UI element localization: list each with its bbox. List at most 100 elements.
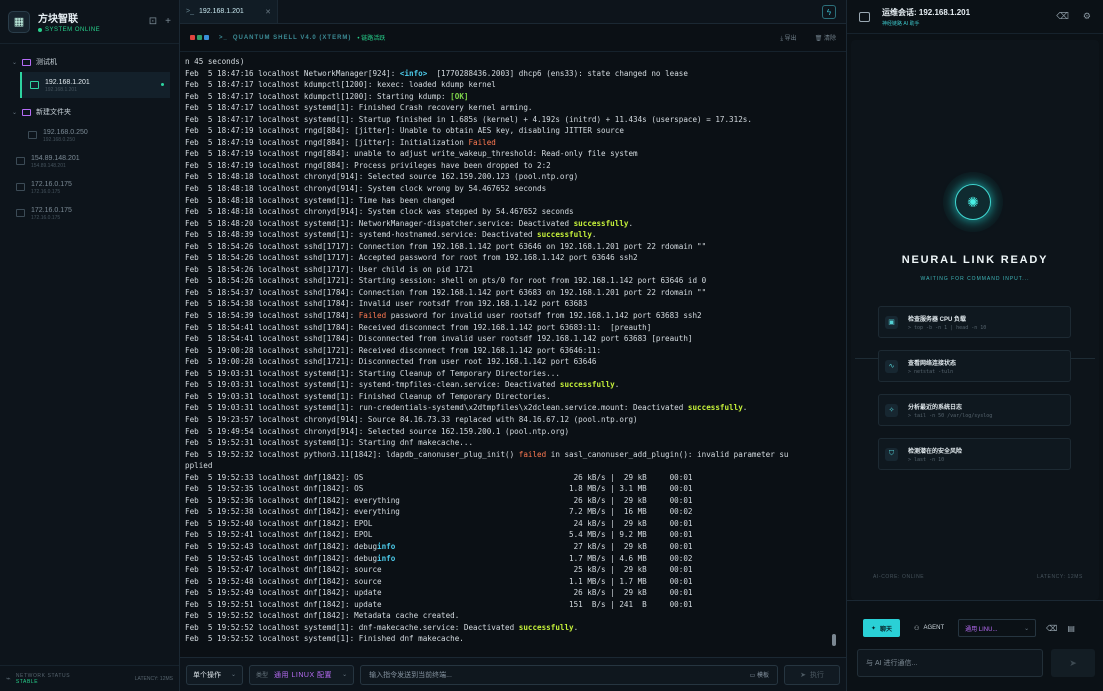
log-line: Feb 5 19:52:45 localhost dnf[1842]: debu… [185, 553, 693, 563]
mode-select[interactable]: 单个操作 ⌄ [186, 664, 244, 685]
ai-message-input[interactable]: 与 AI 进行通信... [857, 649, 1043, 677]
terminal-output[interactable]: n 45 seconds) Feb 5 18:47:16 localhost Ne… [185, 56, 830, 652]
eraser-icon[interactable]: ⌫ [1046, 624, 1057, 633]
log-line: Feb 5 19:52:33 localhost dnf[1842]: OS 2… [185, 472, 693, 482]
ai-toggle-icon[interactable]: ϟ [822, 5, 836, 19]
template-button[interactable]: ▭ 模板 [750, 670, 769, 679]
send-button[interactable]: ➤ [1051, 649, 1095, 677]
host-item[interactable]: 192.168.0.250 192.168.0.250 [0, 122, 179, 148]
server-icon [16, 183, 25, 191]
log-line: Feb 5 18:47:19 localhost rngd[884]: Proc… [185, 160, 551, 170]
suggestion-command: > tail -n 50 /var/log/syslog [908, 412, 993, 419]
host-item[interactable]: 154.89.148.201 154.89.148.201 [0, 148, 179, 174]
document-icon[interactable]: ▤ [1067, 624, 1075, 633]
command-bar: 单个操作 ⌄ 类型 通用 LINUX 配置 ⌄ 输入指令发送到当前终端... ▭… [180, 657, 846, 691]
status-dot-icon [38, 28, 42, 32]
ai-subtitle: 神经链路 AI 助手 [882, 20, 920, 27]
ai-panel: 运维会话: 192.168.1.201 神经链路 AI 助手 ⌫ ⚙ ✺ NEU… [846, 0, 1103, 691]
host-name: 192.168.1.201 [45, 78, 90, 86]
chevron-down-icon: ⌄ [1024, 625, 1030, 632]
log-line: Feb 5 19:52:52 localhost systemd[1]: dnf… [185, 622, 579, 632]
log-line: Feb 5 18:48:18 localhost systemd[1]: Tim… [185, 195, 455, 205]
host-text: 154.89.148.201 154.89.148.201 [31, 154, 80, 169]
log-highlight: successfully [559, 380, 615, 390]
log-line: Feb 5 18:47:17 localhost systemd[1]: Sta… [185, 114, 752, 124]
send-icon: ➤ [800, 671, 806, 679]
profile-select[interactable]: 通用 LINU... ⌄ [958, 619, 1037, 637]
log-highlight: failed [518, 449, 547, 459]
suggestion-card[interactable]: ▣ 检查服务器 CPU 负载 > top -b -n 1 | head -n 1… [878, 306, 1071, 338]
sidebar-toggle-icon[interactable] [859, 11, 870, 22]
log-line: Feb 5 18:47:19 localhost rngd[884]: [jit… [185, 137, 496, 147]
log-line: Feb 5 18:48:18 localhost chronyd[914]: S… [185, 207, 574, 217]
add-icon[interactable]: + [165, 16, 171, 27]
trash-icon: 🗑 [814, 35, 824, 42]
log-line: Feb 5 18:48:18 localhost chronyd[914]: S… [185, 172, 579, 182]
scrollbar-thumb[interactable] [832, 634, 836, 646]
chat-mode-button[interactable]: ✦ 聊天 [863, 619, 901, 637]
ready-subtitle: WAITING FOR COMMAND INPUT... [920, 276, 1030, 282]
shell-title-text: QUANTUM SHELL V4.0 (XTERM) [232, 34, 352, 41]
folder-item[interactable]: ⌄ 新建文件夹 [0, 102, 179, 122]
ai-input-placeholder: 与 AI 进行通信... [866, 660, 918, 667]
sidebar: ▦ 方块智联 SYSTEM ONLINE ⊡ + ⌄ 测试机 192.168.1… [0, 0, 180, 691]
grid-logo-icon: ▦ [8, 10, 30, 33]
log-line: Feb 5 18:54:38 localhost sshd[1784]: Inv… [185, 299, 588, 309]
log-line: Feb 5 19:23:57 localhost chronyd[914]: S… [185, 414, 638, 424]
host-text: 172.16.0.175 172.16.0.175 [31, 206, 72, 221]
log-line: Feb 5 18:47:19 localhost rngd[884]: unab… [185, 149, 638, 159]
log-line: Feb 5 19:03:31 localhost systemd[1]: run… [185, 403, 748, 413]
log-line: Feb 5 18:54:26 localhost sshd[1717]: Con… [185, 241, 707, 251]
server-icon [16, 157, 25, 165]
host-name: 154.89.148.201 [31, 154, 80, 162]
folder-item[interactable]: ⌄ 测试机 [0, 52, 179, 72]
new-folder-icon[interactable]: ⊡ [149, 16, 157, 27]
suggestion-card[interactable]: ⛉ 检测潜在的安全风险 > last -n 10 [878, 438, 1071, 470]
log-highlight: successfully [687, 403, 743, 413]
broom-icon[interactable]: ⌫ [1056, 11, 1069, 22]
log-line: Feb 5 18:54:39 localhost sshd[1784]: Fai… [185, 311, 702, 321]
close-icon[interactable]: ✕ [265, 8, 271, 16]
cpu-icon: ▣ [885, 315, 898, 329]
agent-mode-button[interactable]: ⚇ AGENT [906, 619, 952, 637]
command-input[interactable]: 输入指令发送到当前终端... ▭ 模板 [360, 664, 778, 685]
tab-session[interactable]: >_ 192.168.1.201 ✕ [180, 0, 278, 23]
type-select[interactable]: 类型 通用 LINUX 配置 ⌄ [249, 664, 355, 685]
ai-title-block: 运维会话: 192.168.1.201 神经链路 AI 助手 [882, 7, 970, 27]
profile-select-value: 通用 LINU... [965, 626, 998, 633]
link-status-text: 链路活跃 [361, 36, 386, 42]
chevron-down-icon[interactable]: ⌄ [12, 109, 22, 116]
network-status-footer: ⌁ NETWORK STATUS STABLE LATENCY: 12MS [0, 665, 179, 691]
settings-icon[interactable]: ⚙ [1083, 11, 1091, 22]
suggestion-title: 检查服务器 CPU 负载 [908, 316, 967, 323]
log-line: Feb 5 18:54:26 localhost sshd[1721]: Sta… [185, 276, 707, 286]
log-line: Feb 5 18:47:17 localhost kdumpctl[1200]:… [185, 80, 496, 90]
network-status-text: NETWORK STATUS STABLE [16, 673, 70, 685]
host-item[interactable]: 172.16.0.175 172.16.0.175 [0, 200, 179, 226]
suggestion-card[interactable]: ✧ 分析最近的系统日志 > tail -n 50 /var/log/syslog [878, 394, 1071, 426]
log-highlight: info [377, 541, 396, 551]
brain-icon: ✺ [943, 172, 1003, 232]
ai-latency: LATENCY: 12MS [1036, 574, 1083, 580]
clear-button[interactable]: 🗑 清除 [815, 33, 836, 43]
folder-icon [22, 108, 31, 116]
log-line: Feb 5 18:54:37 localhost sshd[1784]: Con… [185, 287, 707, 297]
host-item[interactable]: 172.16.0.175 172.16.0.175 [0, 174, 179, 200]
host-item-active[interactable]: 192.168.1.201 192.168.1.201 [20, 72, 170, 98]
blue-light-icon [204, 35, 209, 40]
execute-button[interactable]: ➤ 执行 [784, 664, 840, 685]
log-line: Feb 5 19:00:28 localhost sshd[1721]: Rec… [185, 345, 602, 355]
brain-icon-core: ✺ [955, 184, 991, 220]
shell-actions: ⤓ 导出 🗑 清除 [780, 33, 836, 43]
export-button[interactable]: ⤓ 导出 [780, 33, 796, 43]
host-address: 172.16.0.175 [31, 214, 61, 221]
suggestion-card[interactable]: ∿ 查看网络连接状态 > netstat -tuln [878, 350, 1071, 382]
terminal-panel: >_ 192.168.1.201 ✕ ϟ >_ QUANTUM SHELL V4.… [180, 0, 846, 691]
suggestion-text: 查看网络连接状态 > netstat -tuln [908, 358, 956, 375]
mode-select-label: 单个操作 [193, 671, 221, 679]
link-status: • 链路活跃 [357, 36, 386, 42]
log-highlight: <info> [399, 68, 428, 78]
chevron-down-icon[interactable]: ⌄ [12, 59, 22, 66]
suggestion-title: 分析最近的系统日志 [908, 404, 963, 411]
log-line: Feb 5 18:54:26 localhost sshd[1717]: Acc… [185, 253, 638, 263]
